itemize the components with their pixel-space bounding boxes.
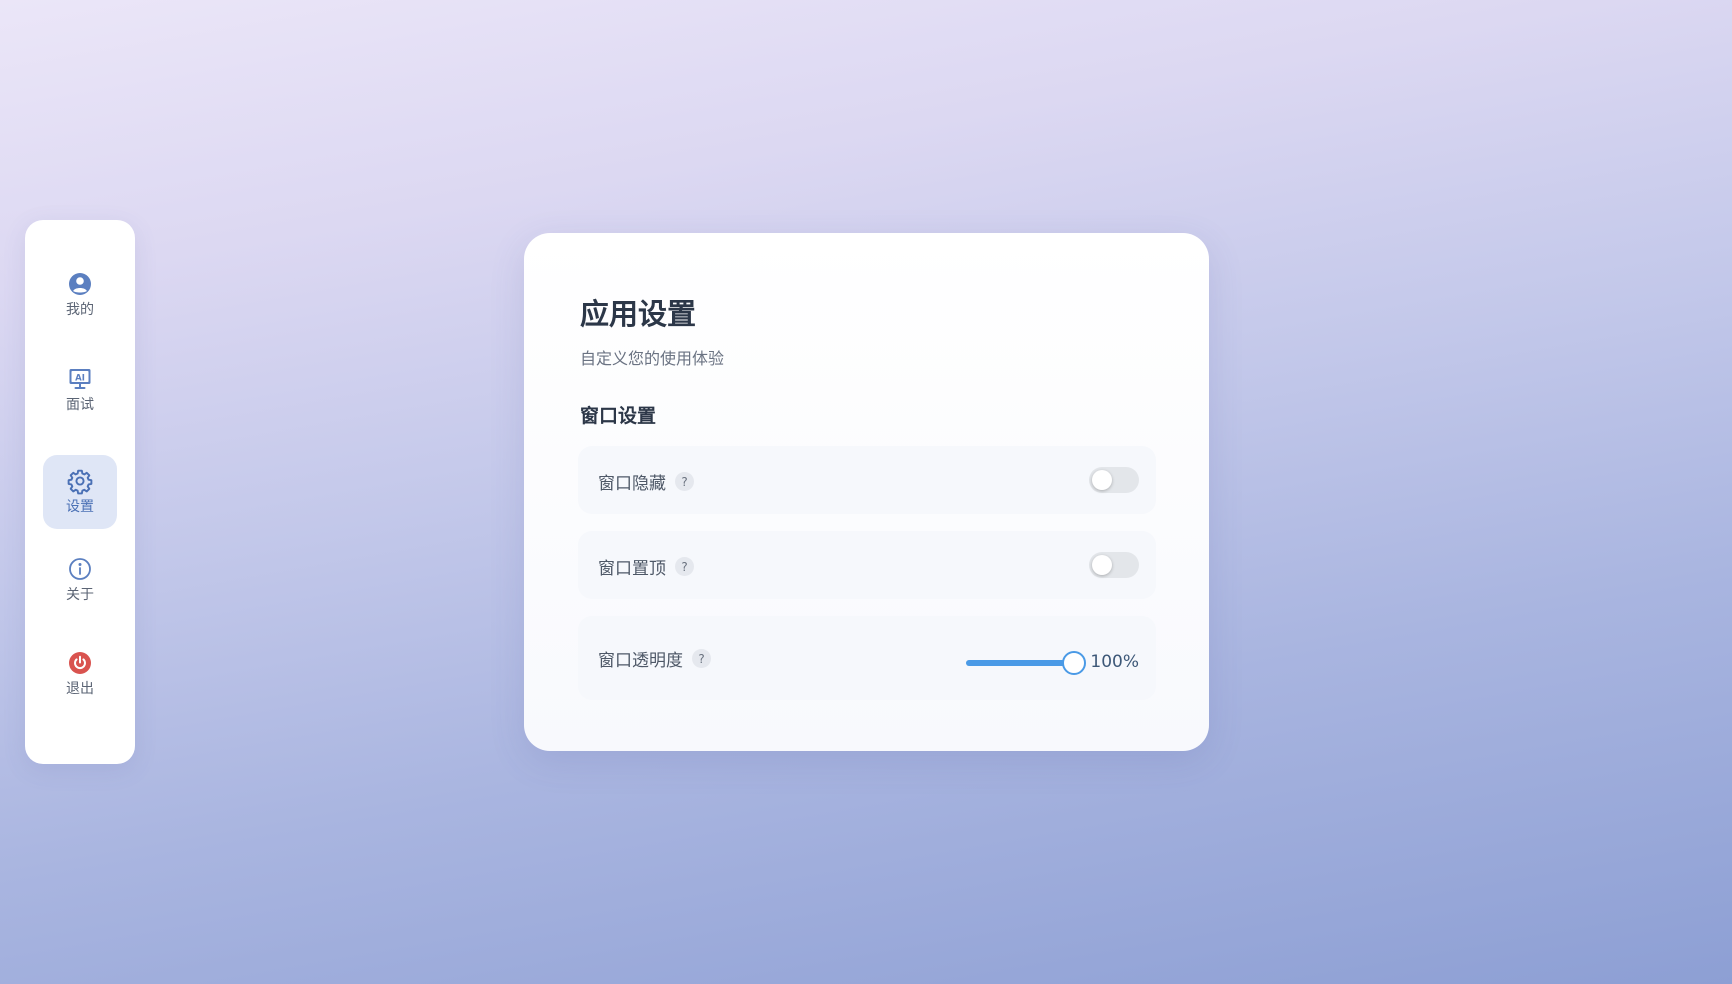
setting-row-window-hide: 窗口隐藏 ? — [578, 446, 1156, 514]
setting-label: 窗口透明度 — [598, 651, 683, 671]
setting-label-wrapper: 窗口透明度 ? — [598, 646, 711, 671]
sidebar-item-profile[interactable]: 我的 — [43, 258, 117, 332]
page-title: 应用设置 — [580, 297, 697, 331]
setting-label: 窗口置顶 — [598, 559, 666, 579]
sidebar-nav: 我的 AI 面试 设置 关于 退出 — [25, 220, 135, 764]
slider-thumb[interactable] — [1062, 651, 1086, 675]
sidebar-item-label: 退出 — [66, 681, 94, 697]
slider-fill — [966, 660, 1074, 666]
page-subtitle: 自定义您的使用体验 — [580, 349, 725, 368]
sidebar-item-exit[interactable]: 退出 — [43, 637, 117, 711]
power-icon — [67, 650, 93, 676]
sidebar-item-settings[interactable]: 设置 — [43, 455, 117, 529]
window-hide-toggle[interactable] — [1089, 467, 1139, 493]
sidebar-item-interview[interactable]: AI 面试 — [43, 353, 117, 427]
opacity-slider[interactable] — [966, 651, 1086, 675]
gear-icon — [67, 468, 93, 495]
setting-row-window-opacity: 窗口透明度 ? 100% — [578, 616, 1156, 700]
setting-label-wrapper: 窗口置顶 ? — [598, 554, 694, 579]
ai-monitor-icon: AI — [67, 366, 93, 392]
setting-label: 窗口隐藏 — [598, 474, 666, 494]
sidebar-item-about[interactable]: 关于 — [43, 543, 117, 617]
help-icon[interactable]: ? — [675, 557, 694, 576]
help-icon[interactable]: ? — [675, 472, 694, 491]
section-title: 窗口设置 — [580, 405, 657, 427]
help-icon[interactable]: ? — [692, 649, 711, 668]
info-icon — [67, 556, 93, 582]
window-pin-toggle[interactable] — [1089, 552, 1139, 578]
settings-card: 应用设置 自定义您的使用体验 窗口设置 窗口隐藏 ? 窗口置顶 ? 窗口透明度 … — [524, 233, 1209, 751]
setting-label-wrapper: 窗口隐藏 ? — [598, 469, 694, 494]
sidebar-item-label: 面试 — [66, 397, 94, 413]
setting-row-window-pin: 窗口置顶 ? — [578, 531, 1156, 599]
sidebar-item-label: 关于 — [66, 587, 94, 603]
svg-text:AI: AI — [75, 374, 85, 384]
toggle-knob — [1092, 470, 1112, 490]
toggle-knob — [1092, 555, 1112, 575]
opacity-value: 100% — [1090, 652, 1139, 672]
sidebar-item-label: 设置 — [66, 499, 94, 515]
user-circle-icon — [67, 271, 93, 297]
sidebar-item-label: 我的 — [66, 302, 94, 318]
